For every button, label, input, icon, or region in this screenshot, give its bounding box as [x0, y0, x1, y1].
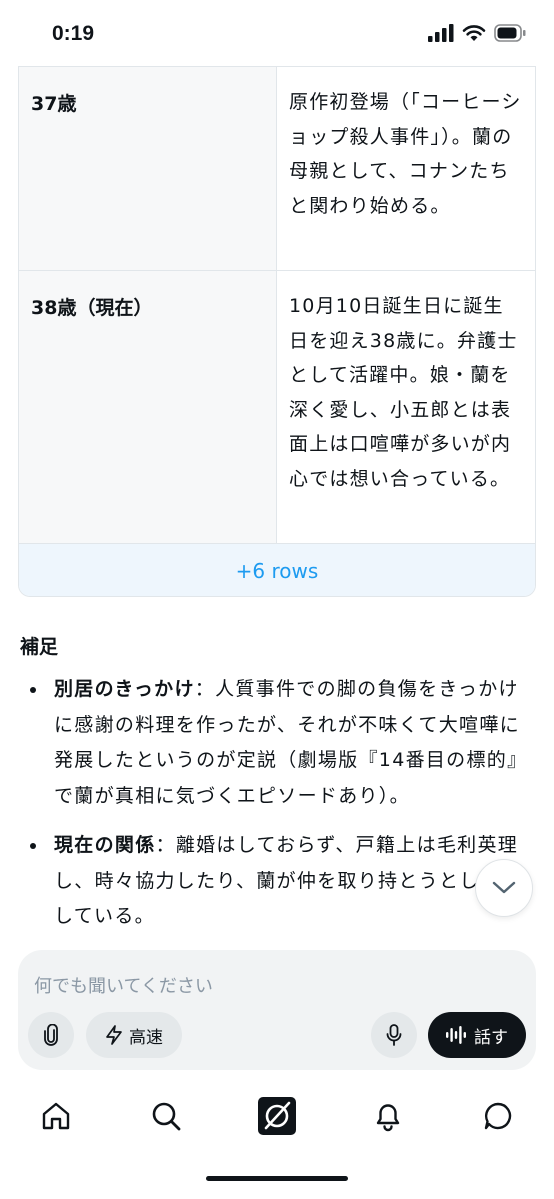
bottom-navigation: [0, 1086, 554, 1146]
waveform-icon: [446, 1026, 466, 1044]
wifi-icon: [462, 25, 486, 41]
table-cell-description: 原作初登場（「コーヒーショップ殺人事件」）。蘭の母親として、コナンたちと関わり始…: [289, 91, 522, 217]
prompt-input[interactable]: 何でも聞いてください: [34, 972, 213, 998]
grok-icon: [258, 1097, 296, 1135]
section-heading: 補足: [20, 636, 59, 658]
search-icon: [152, 1102, 181, 1131]
list-item: 別居のきっかけ：人質事件での脚の負傷をきっかけに感謝の料理を作ったが、それが不味…: [20, 672, 534, 814]
home-indicator: [206, 1176, 348, 1181]
microphone-button[interactable]: [371, 1012, 417, 1058]
speed-mode-button[interactable]: 高速: [86, 1012, 182, 1058]
table-row: 37歳 原作初登場（「コーヒーショップ殺人事件」）。蘭の母親として、コナンたちと…: [19, 66, 535, 271]
bullet-label: 別居のきっかけ: [54, 678, 195, 700]
show-more-rows-button[interactable]: +6 rows: [19, 543, 535, 596]
microphone-icon: [386, 1024, 402, 1046]
nav-messages[interactable]: [478, 1096, 518, 1136]
list-item: 現在の関係：離婚はしておらず、戸籍上は毛利英理し、時々協力したり、蘭が仲を取り持…: [20, 828, 534, 926]
chat-composer: 何でも聞いてください 高速 話す: [18, 950, 536, 1070]
chevron-down-icon: [492, 881, 516, 894]
table-cell-description: 10月10日誕生日に誕生日を迎え38歳に。弁護士として活躍中。娘・蘭を深く愛し、…: [289, 295, 518, 490]
table-cell-age: 38歳（現在）: [19, 271, 277, 544]
attach-button[interactable]: [28, 1012, 74, 1058]
bullet-label: 現在の関係: [54, 834, 156, 856]
nav-search[interactable]: [146, 1096, 186, 1136]
speed-mode-label: 高速: [129, 1027, 163, 1048]
bullet-dot: [30, 687, 36, 693]
nav-grok[interactable]: [257, 1096, 297, 1136]
nav-notifications[interactable]: [368, 1096, 408, 1136]
nav-home[interactable]: [36, 1096, 76, 1136]
status-time: 0:19: [52, 22, 95, 45]
home-icon: [42, 1102, 70, 1130]
message-icon: [484, 1102, 512, 1130]
bullet-dot: [30, 843, 36, 849]
table-row: 38歳（現在） 10月10日誕生日に誕生日を迎え38歳に。弁護士として活躍中。娘…: [19, 270, 535, 544]
bell-icon: [376, 1104, 400, 1132]
battery-icon: [494, 24, 526, 42]
bullet-list: 別居のきっかけ：人質事件での脚の負傷をきっかけに感謝の料理を作ったが、それが不味…: [20, 672, 534, 926]
lightning-icon: [106, 1025, 122, 1045]
table-cell-age: 37歳: [19, 67, 277, 271]
status-icons: [428, 24, 526, 42]
status-bar: 0:19: [0, 0, 554, 70]
paperclip-icon: [44, 1024, 58, 1046]
talk-button[interactable]: 話す: [428, 1012, 526, 1058]
scroll-to-bottom-button[interactable]: [475, 859, 533, 917]
data-table: 37歳 原作初登場（「コーヒーショップ殺人事件」）。蘭の母親として、コナンたちと…: [18, 66, 536, 597]
talk-label: 話す: [474, 1027, 508, 1048]
cellular-signal-icon: [428, 24, 454, 42]
